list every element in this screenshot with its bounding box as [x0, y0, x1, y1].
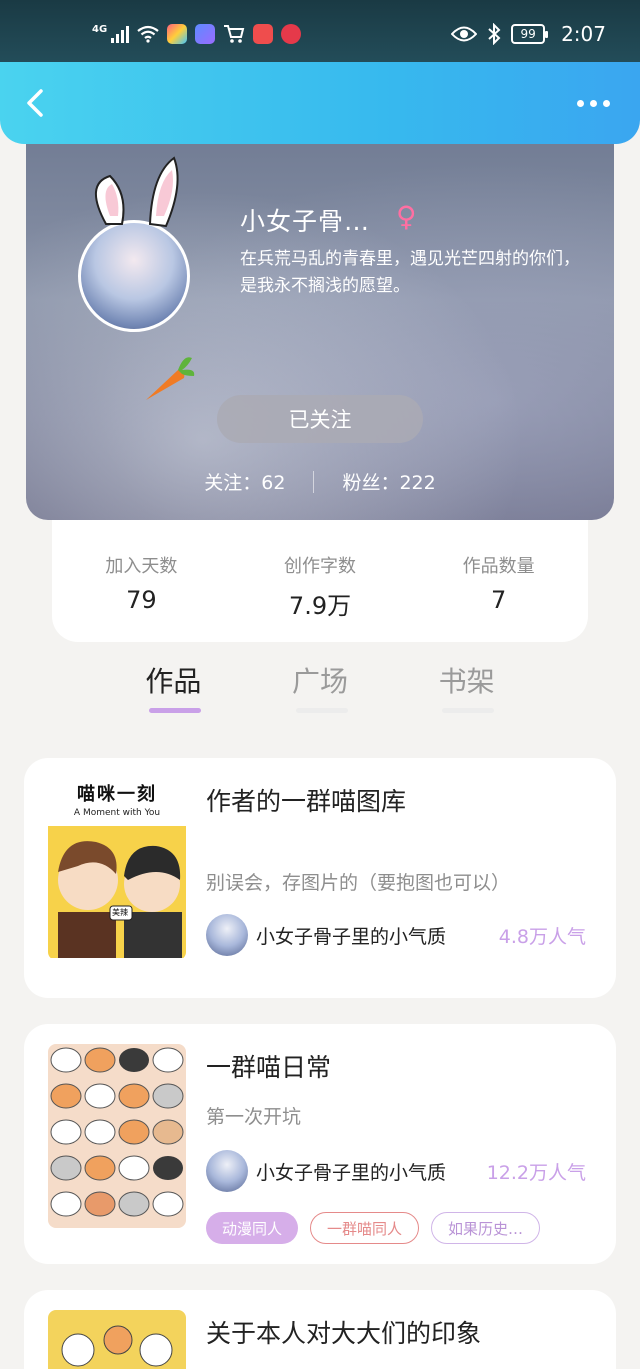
carrot-decoration	[146, 357, 195, 400]
work-author-row: 小女子骨子里的小气质 4.8万人气	[206, 914, 586, 956]
wifi-icon	[137, 25, 159, 43]
stat-word-count: 创作字数 7.9万	[231, 552, 410, 642]
tab-label: 书架	[438, 665, 495, 698]
cart-icon	[224, 25, 245, 43]
work-author-row: 小女子骨子里的小气质 12.2万人气	[206, 1150, 586, 1192]
tab-bookshelf[interactable]: 书架	[393, 660, 540, 716]
app-icon-colorful	[167, 24, 188, 44]
gift-app-icon	[281, 24, 302, 44]
work-title[interactable]: 作者的一群喵图库	[206, 782, 406, 818]
profile-tabs: 作品 广场 书架	[100, 660, 540, 716]
user-stats-card: 加入天数 79 创作字数 7.9万 作品数量 7	[52, 510, 588, 642]
tag[interactable]: 如果历史…	[431, 1212, 541, 1244]
eye-icon	[451, 26, 478, 42]
bunny-ears-decoration	[94, 156, 179, 228]
stat-value: 7.9万	[288, 592, 352, 620]
work-description: 第一次开坑	[206, 1106, 302, 1128]
work-cover[interactable]: 喵咪一刻 A Moment with You 美辣	[48, 778, 186, 960]
avatar[interactable]	[78, 220, 190, 332]
work-card[interactable]: 关于本人对大大们的印象	[24, 1290, 616, 1369]
cover-illustration	[48, 1310, 186, 1369]
work-description: 别误会，存图片的（要抱图也可以）	[206, 872, 511, 894]
signal-icon	[111, 25, 130, 43]
work-cover[interactable]	[48, 1044, 186, 1228]
popularity-count: 4.8万人气	[498, 925, 586, 948]
stat-label: 作品数量	[462, 556, 535, 577]
work-title[interactable]: 一群喵日常	[206, 1048, 331, 1084]
tab-indicator	[295, 708, 348, 713]
work-card[interactable]: 一群喵日常 第一次开坑 小女子骨子里的小气质 12.2万人气 动漫同人 一群喵同…	[24, 1024, 616, 1264]
status-right: 99 2:07	[451, 22, 606, 46]
cats-cover-illustration	[48, 1044, 186, 1228]
stat-label: 加入天数	[105, 556, 178, 577]
status-left: 4G	[92, 24, 302, 44]
tab-square[interactable]: 广场	[247, 660, 394, 716]
tab-works[interactable]: 作品	[100, 660, 247, 716]
tag[interactable]: 动漫同人	[206, 1212, 299, 1244]
stat-label: 创作字数	[284, 556, 356, 577]
following-count[interactable]: 关注：62	[204, 468, 285, 495]
top-nav-bar	[0, 62, 640, 144]
avatar-frame[interactable]	[78, 156, 195, 400]
work-card[interactable]: 喵咪一刻 A Moment with You 美辣 作者的一群喵图库 别误会，存…	[24, 758, 616, 998]
user-bio: 在兵荒马乱的青春里，遇见光芒四射的你们，是我永不搁浅的愿望。	[240, 249, 580, 296]
cover-subtitle: A Moment with You	[73, 808, 161, 818]
music-app-icon	[195, 24, 216, 44]
stat-join-days: 加入天数 79	[52, 552, 231, 642]
female-gender-icon: ♀	[396, 200, 417, 233]
stat-value: 7	[491, 586, 507, 614]
clock: 2:07	[561, 22, 606, 46]
profile-header: 小女子骨… ♀ 在兵荒马乱的青春里，遇见光芒四射的你们，是我永不搁浅的愿望。 已…	[26, 120, 614, 520]
cover-illustration	[48, 826, 186, 958]
tab-label: 作品	[145, 665, 202, 698]
battery-indicator: 99	[511, 24, 549, 44]
stat-works-count: 作品数量 7	[409, 552, 588, 642]
tab-indicator	[149, 708, 201, 713]
username: 小女子骨…	[240, 207, 371, 236]
network-type: 4G	[92, 24, 108, 35]
work-title[interactable]: 关于本人对大大们的印象	[206, 1314, 481, 1350]
work-tags: 动漫同人 一群喵同人 如果历史…	[206, 1212, 541, 1244]
chevron-left-icon[interactable]	[22, 88, 52, 118]
followed-button[interactable]: 已关注	[217, 395, 423, 443]
author-avatar[interactable]	[206, 914, 248, 956]
follow-stats: 关注：62 粉丝：222	[26, 468, 614, 495]
status-bar: 4G 99 2:07	[0, 0, 640, 70]
author-name[interactable]: 小女子骨子里的小气质	[256, 1158, 487, 1185]
stat-value: 79	[126, 586, 157, 614]
bluetooth-icon	[488, 23, 501, 45]
cover-bubble-text: 美辣	[112, 908, 128, 917]
divider	[313, 470, 315, 493]
more-horizontal-icon[interactable]	[577, 100, 610, 107]
tag[interactable]: 一群喵同人	[310, 1212, 420, 1244]
tab-indicator	[442, 708, 495, 713]
tab-label: 广场	[292, 665, 349, 698]
popularity-count: 12.2万人气	[486, 1161, 586, 1184]
author-name[interactable]: 小女子骨子里的小气质	[256, 922, 499, 949]
work-cover[interactable]	[48, 1310, 186, 1369]
reader-app-icon	[253, 24, 274, 44]
author-avatar[interactable]	[206, 1150, 248, 1192]
cover-title: 喵咪一刻	[77, 784, 157, 805]
followers-count[interactable]: 粉丝：222	[342, 468, 435, 495]
